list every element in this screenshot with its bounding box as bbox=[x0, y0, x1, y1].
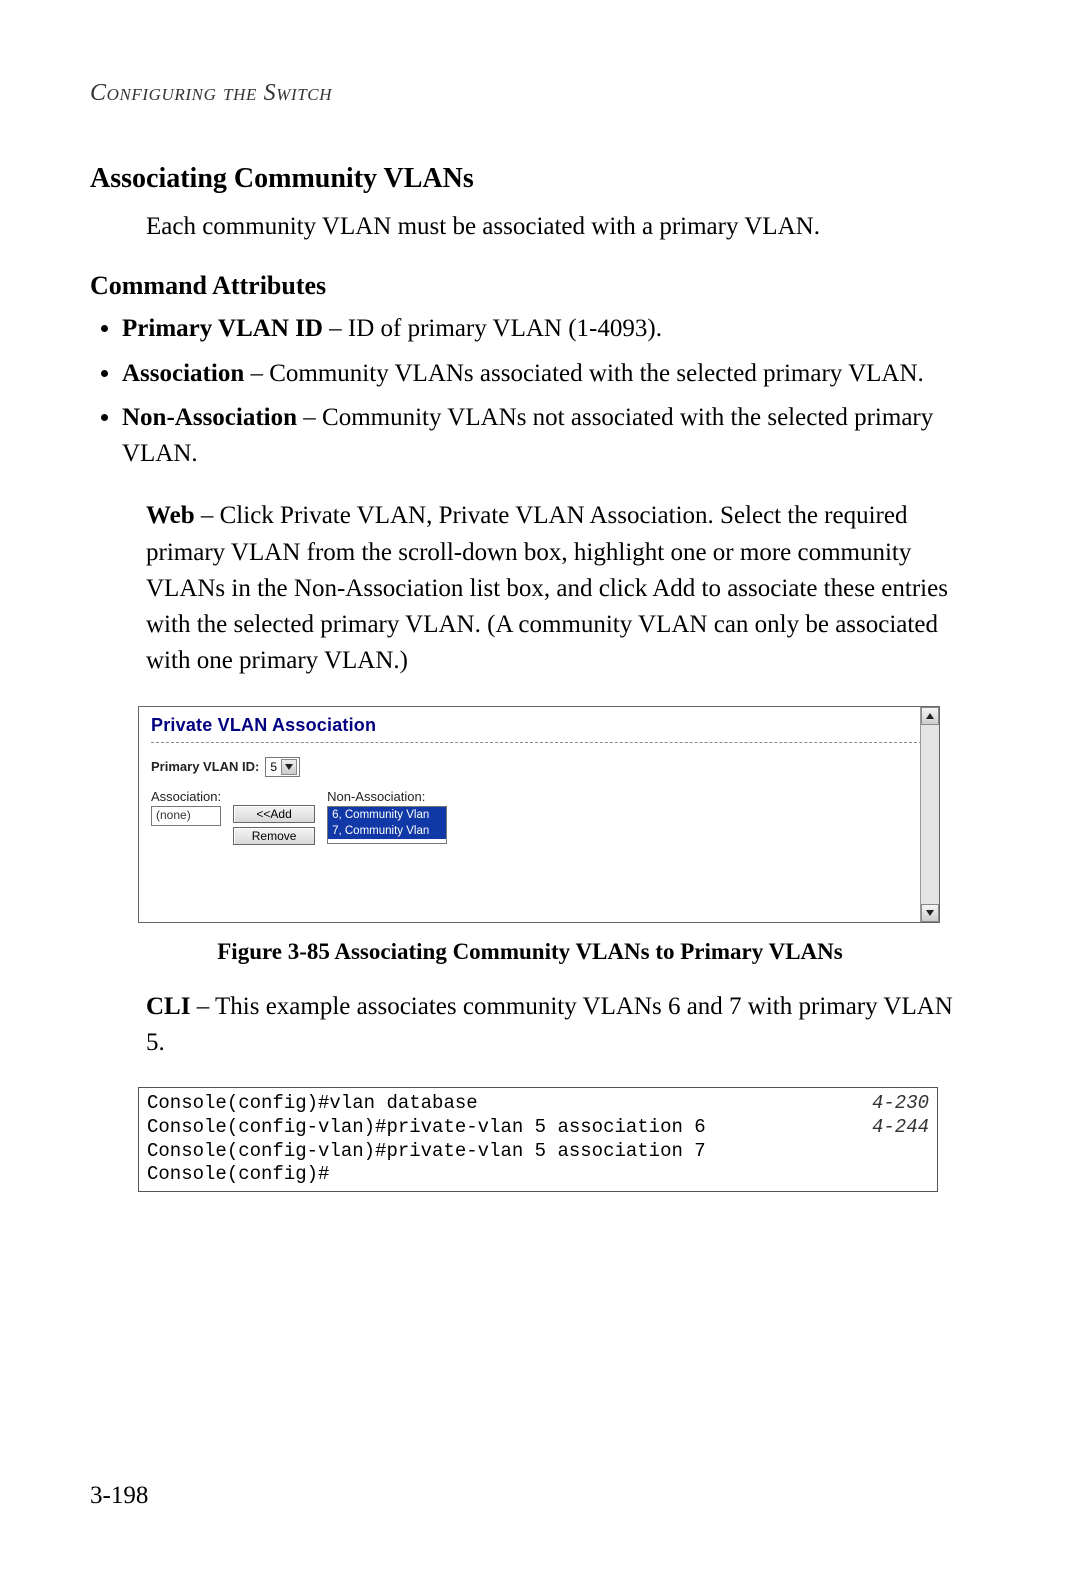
cli-line: Console(config)#vlan database 4-230 bbox=[147, 1092, 929, 1116]
cli-box: Console(config)#vlan database 4-230 Cons… bbox=[138, 1087, 938, 1192]
cli-ref: 4-244 bbox=[872, 1116, 929, 1140]
figure-caption: Figure 3-85 Associating Community VLANs … bbox=[90, 939, 970, 965]
attr-desc: – ID of primary VLAN (1-4093). bbox=[323, 315, 662, 342]
scrollbar[interactable] bbox=[920, 707, 939, 922]
pvid-select[interactable]: 5 bbox=[265, 757, 300, 777]
attr-term: Association bbox=[122, 360, 244, 387]
pvid-value: 5 bbox=[270, 760, 277, 774]
panel-title: Private VLAN Association bbox=[151, 715, 927, 743]
cli-paragraph: CLI – This example associates community … bbox=[146, 989, 970, 1062]
running-header: Configuring the Switch bbox=[90, 80, 970, 107]
web-text: – Click Private VLAN, Private VLAN Assoc… bbox=[146, 502, 948, 674]
scroll-down-icon[interactable] bbox=[921, 904, 939, 922]
non-association-listbox[interactable]: 6, Community Vlan 7, Community Vlan bbox=[327, 806, 447, 844]
attr-desc: – Community VLANs associated with the se… bbox=[244, 360, 924, 387]
non-association-column: Non-Association: 6, Community Vlan 7, Co… bbox=[327, 789, 447, 844]
section-intro: Each community VLAN must be associated w… bbox=[146, 209, 970, 245]
association-column: Association: (none) bbox=[151, 789, 221, 826]
remove-button[interactable]: Remove bbox=[233, 827, 315, 845]
add-button[interactable]: <<Add bbox=[233, 805, 315, 823]
cli-ref: 4-230 bbox=[872, 1092, 929, 1116]
cli-cmd: Console(config-vlan)#private-vlan 5 asso… bbox=[147, 1140, 706, 1164]
figure-inner: Private VLAN Association Primary VLAN ID… bbox=[139, 707, 939, 855]
section-title: Associating Community VLANs bbox=[90, 163, 970, 195]
attr-non-association: Non-Association – Community VLANs not as… bbox=[122, 400, 970, 473]
lists-row: Association: (none) <<Add Remove Non-Ass… bbox=[151, 789, 927, 845]
running-header-text: Configuring the Switch bbox=[90, 80, 332, 106]
cli-cmd: Console(config)# bbox=[147, 1163, 329, 1187]
cli-cmd: Console(config)#vlan database bbox=[147, 1092, 478, 1116]
attr-term: Primary VLAN ID bbox=[122, 315, 323, 342]
list-item[interactable]: 7, Community Vlan bbox=[328, 823, 446, 839]
cli-line: Console(config-vlan)#private-vlan 5 asso… bbox=[147, 1116, 929, 1140]
button-column: <<Add Remove bbox=[233, 789, 315, 845]
cli-text: – This example associates community VLAN… bbox=[146, 993, 953, 1056]
cli-cmd: Console(config-vlan)#private-vlan 5 asso… bbox=[147, 1116, 706, 1140]
attr-term: Non-Association bbox=[122, 404, 297, 431]
cli-label: CLI bbox=[146, 993, 190, 1020]
web-label: Web bbox=[146, 502, 195, 529]
scroll-up-icon[interactable] bbox=[921, 707, 939, 725]
figure-screenshot: Private VLAN Association Primary VLAN ID… bbox=[138, 706, 940, 923]
non-association-label: Non-Association: bbox=[327, 789, 447, 804]
pvid-label: Primary VLAN ID: bbox=[151, 759, 259, 774]
association-label: Association: bbox=[151, 789, 221, 804]
command-attributes-heading: Command Attributes bbox=[90, 271, 970, 301]
cli-line: Console(config-vlan)#private-vlan 5 asso… bbox=[147, 1140, 929, 1164]
cli-line: Console(config)# bbox=[147, 1163, 929, 1187]
pvid-row: Primary VLAN ID: 5 bbox=[151, 757, 927, 777]
attributes-list: Primary VLAN ID – ID of primary VLAN (1-… bbox=[90, 311, 970, 472]
page-number: 3-198 bbox=[90, 1482, 148, 1510]
attr-primary-vlan-id: Primary VLAN ID – ID of primary VLAN (1-… bbox=[122, 311, 970, 347]
chevron-down-icon[interactable] bbox=[281, 759, 297, 775]
association-value: (none) bbox=[156, 808, 191, 822]
attr-association: Association – Community VLANs associated… bbox=[122, 356, 970, 392]
page: Configuring the Switch Associating Commu… bbox=[0, 0, 1080, 1570]
association-listbox[interactable]: (none) bbox=[151, 806, 221, 826]
list-item[interactable]: 6, Community Vlan bbox=[328, 807, 446, 823]
web-paragraph: Web – Click Private VLAN, Private VLAN A… bbox=[146, 498, 970, 679]
